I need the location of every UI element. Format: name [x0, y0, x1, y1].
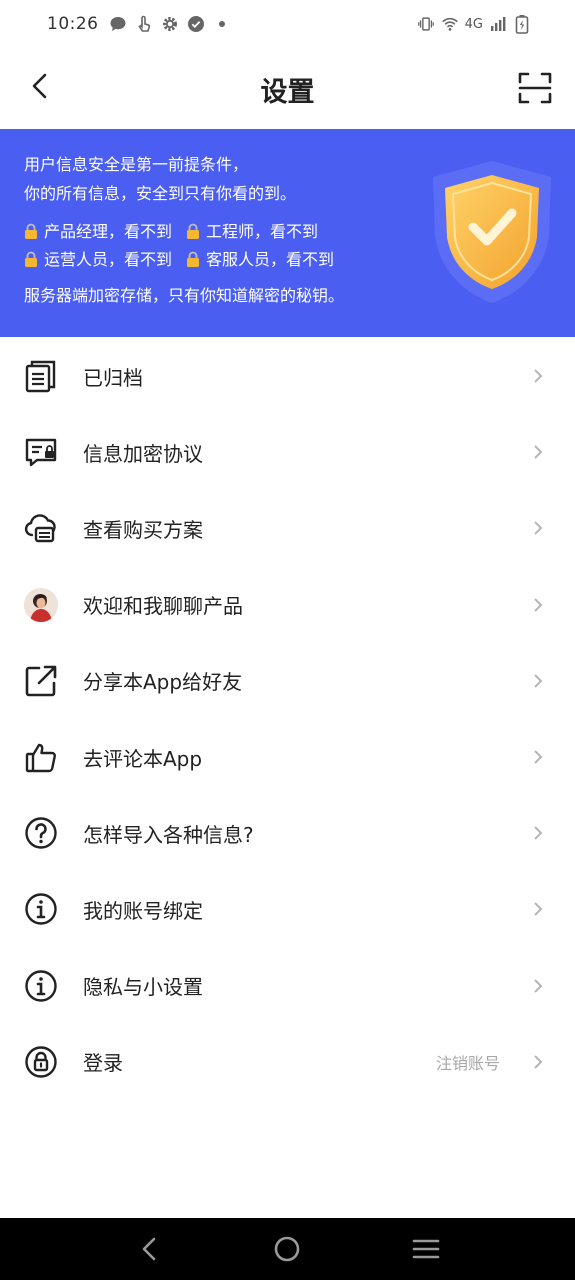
chevron-right-icon	[534, 369, 543, 383]
thumbs-up-icon	[24, 740, 58, 774]
nav-menu-button[interactable]	[406, 1229, 446, 1269]
vibrate-icon	[417, 15, 435, 33]
settings-item-share-app[interactable]: 分享本App给好友	[0, 643, 575, 719]
settings-item-account-binding[interactable]: 我的账号绑定	[0, 871, 575, 947]
chevron-right-icon	[534, 902, 543, 917]
settings-item-purchase-plans[interactable]: 查看购买方案	[0, 490, 575, 566]
encrypted-message-icon	[24, 435, 58, 469]
lock-icon	[187, 251, 200, 267]
settings-item-encryption-protocol[interactable]: 信息加密协议	[0, 414, 575, 490]
share-icon	[24, 664, 58, 698]
settings-item-label: 登录	[83, 1051, 123, 1076]
info-circle-icon	[24, 892, 58, 926]
system-status-icons: 4G	[417, 15, 531, 34]
chevron-right-icon	[534, 445, 543, 459]
lock-icon	[25, 251, 37, 267]
settings-item-label: 信息加密协议	[83, 441, 203, 466]
chevron-right-icon	[534, 750, 543, 764]
archive-icon	[24, 359, 58, 393]
settings-item-chat-product[interactable]: 欢迎和我聊聊产品	[0, 567, 575, 643]
chevron-right-icon	[534, 826, 543, 840]
settings-item-archived[interactable]: 已归档	[0, 338, 575, 414]
settings-item-label: 查看购买方案	[83, 517, 203, 542]
chevron-right-icon	[534, 1055, 543, 1069]
banner-lock-row-2: 运营人员，看不到 客服人员，看不到	[24, 249, 334, 271]
settings-item-label: 去评论本App	[83, 746, 203, 771]
avatar	[24, 587, 58, 622]
chat-bubble-icon	[109, 15, 127, 33]
chevron-right-icon	[534, 978, 543, 993]
scan-button[interactable]	[517, 70, 553, 106]
lock-item: 工程师，看不到	[186, 221, 318, 243]
delete-account-link[interactable]: 注销账号	[436, 1050, 500, 1074]
gear-icon	[161, 15, 179, 33]
lock-item: 产品经理，看不到	[24, 221, 172, 243]
battery-charging-icon	[513, 15, 531, 34]
nav-menu-icon	[412, 1239, 440, 1259]
settings-item-label: 我的账号绑定	[83, 898, 203, 923]
nav-back-icon	[142, 1237, 156, 1261]
lock-item: 客服人员，看不到	[186, 249, 334, 271]
network-type: 4G	[464, 16, 483, 32]
nav-home-icon	[275, 1236, 300, 1262]
touch-icon	[135, 15, 153, 33]
chevron-right-icon	[534, 674, 543, 688]
settings-item-label: 欢迎和我聊聊产品	[83, 594, 243, 619]
info-circle-icon	[24, 969, 58, 1003]
lock-item: 运营人员，看不到	[24, 249, 172, 271]
lock-icon	[187, 223, 200, 239]
settings-item-login[interactable]: 登录 注销账号	[0, 1024, 575, 1100]
settings-item-label: 已归档	[83, 365, 143, 390]
question-circle-icon	[24, 816, 58, 850]
settings-item-label: 隐私与小设置	[83, 975, 203, 1000]
dot-icon	[213, 15, 231, 33]
banner-line-2: 你的所有信息，安全到只有你看的到。	[24, 184, 297, 203]
system-navigation-bar	[0, 1218, 575, 1280]
status-time: 10:26	[47, 14, 99, 34]
lock-circle-icon	[24, 1045, 58, 1079]
settings-list: 已归档 信息加密协议 查看购买方案 欢迎和我聊聊产品 分享本App给好友 去评论…	[0, 338, 575, 1100]
settings-item-label: 分享本App给好友	[83, 670, 243, 695]
status-bar: 10:26 4G	[0, 0, 575, 48]
settings-item-privacy[interactable]: 隐私与小设置	[0, 948, 575, 1024]
banner-footer: 服务器端加密存储，只有你知道解密的秘钥。	[24, 286, 345, 305]
scan-icon	[518, 72, 552, 104]
chevron-right-icon	[534, 521, 543, 536]
banner-line-1: 用户信息安全是第一前提条件，	[24, 155, 249, 174]
shield-icon	[433, 161, 551, 303]
chevron-right-icon	[534, 597, 543, 612]
settings-item-label: 怎样导入各种信息?	[83, 822, 254, 847]
page-title: 设置	[260, 77, 315, 108]
security-banner: 用户信息安全是第一前提条件， 你的所有信息，安全到只有你看的到。 产品经理，看不…	[0, 129, 575, 337]
nav-home-button[interactable]	[267, 1229, 307, 1269]
app-header: 设置	[0, 48, 575, 130]
banner-lock-row-1: 产品经理，看不到 工程师，看不到	[24, 221, 318, 243]
nav-back-button[interactable]	[129, 1229, 169, 1269]
lock-icon	[25, 223, 37, 239]
cloud-plan-icon	[24, 511, 58, 545]
settings-item-import-help[interactable]: 怎样导入各种信息?	[0, 795, 575, 871]
settings-item-review-app[interactable]: 去评论本App	[0, 719, 575, 795]
wifi-icon	[441, 15, 459, 33]
notification-icons	[109, 15, 231, 33]
check-circle-icon	[187, 15, 205, 33]
signal-icon	[489, 15, 507, 33]
